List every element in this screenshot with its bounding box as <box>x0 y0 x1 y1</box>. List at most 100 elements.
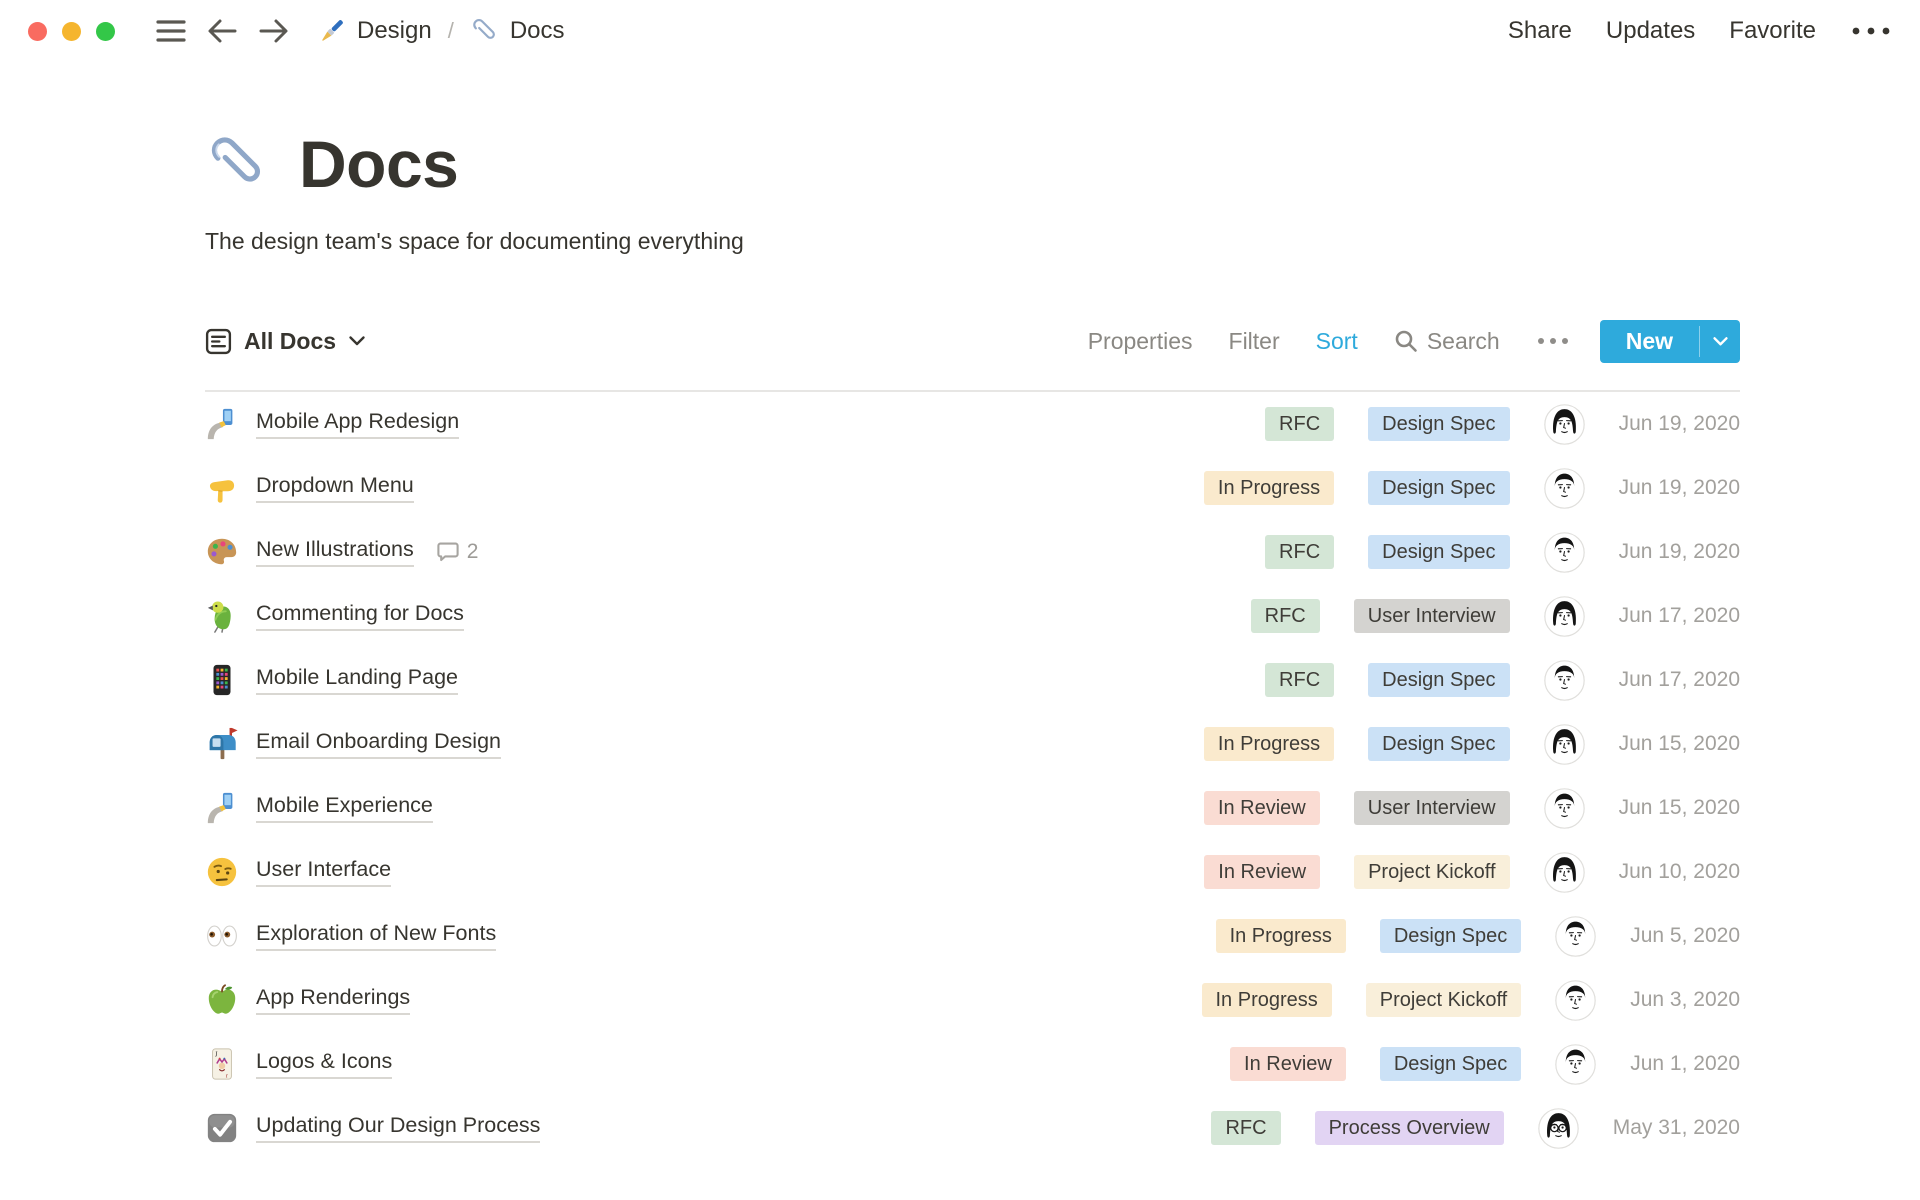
updates-button[interactable]: Updates <box>1606 17 1695 45</box>
paintbrush-icon <box>317 16 347 46</box>
status-badge: RFC <box>1265 535 1335 569</box>
type-badge: Project Kickoff <box>1354 855 1510 889</box>
comment-count: 2 <box>466 540 479 563</box>
owner-avatar <box>1543 531 1585 573</box>
doc-row[interactable]: Commenting for Docs RFC User Interview J… <box>205 584 1740 648</box>
doc-emoji-icon <box>205 919 239 953</box>
doc-title-link[interactable]: User Interface <box>256 857 392 887</box>
doc-emoji-icon <box>205 855 239 889</box>
edited-date: May 31, 2020 <box>1612 1116 1740 1139</box>
type-badge: Design Spec <box>1379 919 1522 953</box>
breadcrumb: Design / Docs <box>317 16 565 46</box>
doc-row[interactable]: User Interface In Review Project Kickoff… <box>205 840 1740 904</box>
doc-title-link[interactable]: Exploration of New Fonts <box>256 921 497 951</box>
search-label: Search <box>1426 327 1500 354</box>
doc-row[interactable]: New Illustrations 2 RFC Design Spec Jun … <box>205 520 1740 584</box>
search-button[interactable]: Search <box>1394 328 1500 355</box>
doc-emoji-icon <box>205 535 239 569</box>
owner-avatar <box>1537 1107 1579 1149</box>
type-badge: Design Spec <box>1368 407 1510 441</box>
edited-date: Jun 1, 2020 <box>1630 1052 1740 1075</box>
new-button[interactable]: New <box>1599 319 1740 363</box>
edited-date: Jun 10, 2020 <box>1618 860 1740 883</box>
doc-emoji-icon <box>205 1111 239 1145</box>
sort-button[interactable]: Sort <box>1316 328 1358 355</box>
doc-emoji-icon <box>205 983 239 1017</box>
owner-avatar <box>1543 851 1585 893</box>
breadcrumb-item-design[interactable]: Design <box>317 16 432 46</box>
doc-row[interactable]: Exploration of New Fonts In Progress Des… <box>205 904 1740 968</box>
breadcrumb-label: Design <box>357 17 432 44</box>
doc-title-link[interactable]: Logos & Icons <box>256 1049 393 1079</box>
type-badge: Project Kickoff <box>1365 983 1522 1017</box>
doc-emoji-icon <box>205 471 239 505</box>
view-switcher[interactable]: All Docs <box>205 328 366 355</box>
doc-title-link[interactable]: Updating Our Design Process <box>256 1113 541 1143</box>
doc-row[interactable]: Email Onboarding Design In Progress Desi… <box>205 712 1740 776</box>
type-badge: Design Spec <box>1368 535 1510 569</box>
doc-emoji-icon <box>205 791 239 825</box>
status-badge: In Review <box>1230 1047 1346 1081</box>
page-description[interactable]: The design team's space for documenting … <box>205 228 1740 255</box>
breadcrumb-separator: / <box>447 18 454 43</box>
owner-avatar <box>1543 659 1585 701</box>
doc-row[interactable]: Jr Logos & Icons In Review Design Spec J… <box>205 1032 1740 1096</box>
page-title[interactable]: Docs <box>299 126 459 202</box>
favorite-button[interactable]: Favorite <box>1729 17 1816 45</box>
sidebar-menu-icon[interactable] <box>155 18 187 44</box>
share-button[interactable]: Share <box>1508 17 1572 45</box>
status-badge: RFC <box>1265 407 1335 441</box>
zoom-window-button[interactable] <box>96 21 115 41</box>
owner-avatar <box>1543 787 1585 829</box>
type-badge: Design Spec <box>1368 727 1510 761</box>
status-badge: In Review <box>1203 791 1320 825</box>
page-icon-paperclip[interactable] <box>205 131 271 197</box>
doc-title-link[interactable]: Email Onboarding Design <box>256 729 501 759</box>
more-options-icon[interactable] <box>1850 25 1892 37</box>
doc-row[interactable]: Mobile Landing Page RFC Design Spec Jun … <box>205 648 1740 712</box>
properties-button[interactable]: Properties <box>1088 328 1193 355</box>
doc-emoji-icon <box>205 727 239 761</box>
type-badge: User Interview <box>1353 791 1510 825</box>
doc-title-link[interactable]: Dropdown Menu <box>256 473 414 503</box>
edited-date: Jun 17, 2020 <box>1618 668 1740 691</box>
edited-date: Jun 19, 2020 <box>1618 412 1740 435</box>
close-window-button[interactable] <box>28 21 47 41</box>
status-badge: RFC <box>1265 663 1335 697</box>
doc-title-link[interactable]: Mobile Experience <box>256 793 433 823</box>
doc-row[interactable]: Updating Our Design Process RFC Process … <box>205 1096 1740 1160</box>
doc-emoji-icon <box>205 663 239 697</box>
minimize-window-button[interactable] <box>62 21 81 41</box>
doc-list: Mobile App Redesign RFC Design Spec Jun … <box>205 392 1740 1160</box>
doc-row[interactable]: App Renderings In Progress Project Kicko… <box>205 968 1740 1032</box>
doc-title-link[interactable]: New Illustrations <box>256 537 414 567</box>
owner-avatar <box>1543 403 1585 445</box>
back-arrow-icon[interactable] <box>205 16 239 46</box>
doc-row[interactable]: Dropdown Menu In Progress Design Spec Ju… <box>205 456 1740 520</box>
filter-button[interactable]: Filter <box>1229 328 1280 355</box>
edited-date: Jun 15, 2020 <box>1618 732 1740 755</box>
doc-title-link[interactable]: Mobile App Redesign <box>256 409 460 439</box>
owner-avatar <box>1543 723 1585 765</box>
edited-date: Jun 19, 2020 <box>1618 540 1740 563</box>
type-badge: Design Spec <box>1368 663 1510 697</box>
comment-indicator[interactable]: 2 <box>436 540 479 564</box>
edited-date: Jun 19, 2020 <box>1618 476 1740 499</box>
breadcrumb-item-docs[interactable]: Docs <box>470 16 565 46</box>
doc-row[interactable]: Mobile App Redesign RFC Design Spec Jun … <box>205 392 1740 456</box>
doc-title-link[interactable]: App Renderings <box>256 985 411 1015</box>
forward-arrow-icon[interactable] <box>257 16 291 46</box>
doc-emoji-icon <box>205 407 239 441</box>
new-button-chevron-icon[interactable] <box>1700 320 1740 363</box>
doc-title-link[interactable]: Commenting for Docs <box>256 601 464 631</box>
view-more-options-icon[interactable] <box>1536 336 1570 346</box>
type-badge: Design Spec <box>1379 1047 1522 1081</box>
breadcrumb-label: Docs <box>509 17 565 44</box>
new-button-label[interactable]: New <box>1600 320 1699 363</box>
edited-date: Jun 3, 2020 <box>1630 988 1740 1011</box>
doc-row[interactable]: Mobile Experience In Review User Intervi… <box>205 776 1740 840</box>
edited-date: Jun 17, 2020 <box>1618 604 1740 627</box>
doc-title-link[interactable]: Mobile Landing Page <box>256 665 459 695</box>
type-badge: Process Overview <box>1314 1111 1504 1145</box>
owner-avatar <box>1543 595 1585 637</box>
